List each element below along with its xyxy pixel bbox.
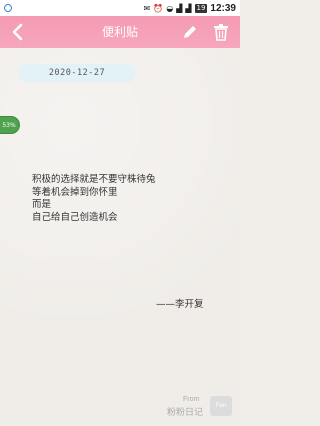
brand-logo: Fen [210, 396, 232, 416]
note-line: 而是 [32, 199, 52, 210]
delete-button[interactable] [213, 23, 229, 41]
from-label: From [183, 396, 200, 403]
battery-indicator: 19 [194, 3, 208, 13]
status-left [4, 4, 12, 12]
alarm-icon: ⏰ [153, 3, 164, 13]
app-header: 便利贴 [0, 16, 240, 48]
status-time: 12:39 [210, 2, 236, 14]
note-line: 自己给自己创造机会 [32, 211, 118, 223]
back-chevron-icon [12, 23, 23, 41]
note-signature: ——李开复 [156, 299, 204, 310]
signal-icon: ▟ [176, 3, 183, 13]
sync-icon [4, 4, 12, 12]
note-paper [0, 48, 240, 426]
wifi-icon: ◒ [166, 3, 174, 13]
progress-badge[interactable]: 53% [0, 116, 20, 134]
status-right: ✉ ⏰ ◒ ▟ ▟ 19 12:39 [144, 3, 236, 14]
edit-button[interactable] [181, 23, 199, 41]
signal-icon-2: ▟ [185, 3, 192, 13]
notification-icon: ✉ [143, 3, 151, 13]
brand-name: 粉粉日记 [167, 408, 204, 418]
date-label: 2020-12-27 [18, 64, 136, 82]
trash-icon [214, 24, 228, 41]
note-content: 积极的选择就是不要守株待兔 等着机会掉到你怀里 而是 自己给自己创造机会 [32, 174, 212, 224]
note-line: 等着机会掉到你怀里 [32, 186, 118, 198]
page-title: 便利贴 [101, 25, 138, 39]
pencil-icon [184, 26, 196, 38]
note-line: 积极的选择就是不要守株待兔 [32, 174, 156, 185]
back-button[interactable] [8, 22, 28, 42]
status-bar: ✉ ⏰ ◒ ▟ ▟ 19 12:39 [0, 0, 240, 16]
